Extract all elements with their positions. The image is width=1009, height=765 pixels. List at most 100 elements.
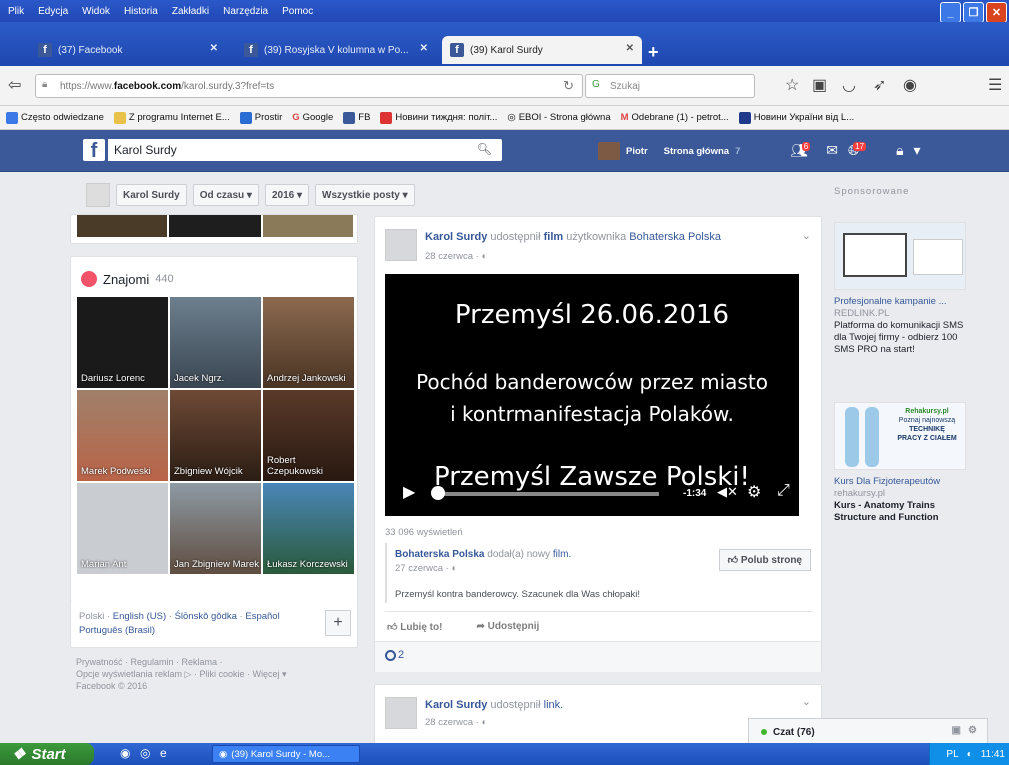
bookmarks-list-icon[interactable]: ▣	[812, 78, 827, 94]
post-date[interactable]: 28 czerwca · ◐	[425, 717, 487, 728]
ad-title[interactable]: Profesjonalne kampanie ...	[834, 296, 970, 308]
close-tab-icon[interactable]: ✕	[626, 43, 634, 54]
privacy-shortcuts-icon[interactable]: 🔒︎	[896, 142, 903, 159]
avatar[interactable]	[598, 142, 620, 160]
ad-url[interactable]: REDLINK.PL	[834, 308, 970, 320]
close-tab-icon[interactable]: ✕	[210, 43, 218, 54]
post-object-link[interactable]: link.	[544, 699, 564, 711]
friend-tile[interactable]: Marek Podweski	[77, 390, 168, 481]
menu-help[interactable]: Pomoc	[282, 6, 313, 17]
quicklaunch-media-icon[interactable]: ◎	[140, 746, 150, 760]
send-icon[interactable]: ➶	[873, 78, 886, 94]
taskbar-firefox-window[interactable]: ◉ (39) Karol Surdy - Mo...	[212, 745, 360, 763]
ad-image[interactable]	[834, 222, 966, 290]
language-link[interactable]: English (US)	[113, 611, 166, 622]
tab-facebook[interactable]: f (37) Facebook ✕	[30, 36, 226, 64]
chat-settings-gear-icon[interactable]: ⚙	[968, 725, 977, 736]
language-link[interactable]: Português (Brasil)	[79, 625, 155, 636]
profile-link[interactable]: Piotr	[626, 146, 648, 157]
tab-karol-surdy[interactable]: f (39) Karol Surdy ✕	[442, 36, 642, 64]
friends-title[interactable]: Znajomi	[103, 272, 149, 287]
post-author-link[interactable]: Karol Surdy	[425, 699, 487, 711]
shared-object-link[interactable]: film.	[553, 549, 571, 560]
facebook-logo-icon[interactable]: f	[83, 139, 105, 161]
like-button[interactable]: 👍︎ Lubię to!	[387, 621, 442, 633]
new-tab-plus-icon[interactable]: +	[648, 42, 659, 63]
post-options-chevron-down-icon[interactable]: ⌄	[802, 695, 811, 708]
notifications-icon[interactable]: 🌐︎17	[848, 142, 872, 159]
minimize-button[interactable]: _	[940, 2, 961, 23]
tab-rosyjska[interactable]: f (39) Rosyjska V kolumna w Po... ✕	[236, 36, 436, 64]
filter-time-dropdown[interactable]: Od czasu ▾	[192, 184, 259, 206]
filter-posts-dropdown[interactable]: Wszystkie posty ▾	[315, 184, 415, 206]
comments-count[interactable]: 2	[385, 649, 404, 661]
shared-page-link[interactable]: Bohaterska Polska	[395, 549, 485, 560]
post-date[interactable]: 28 czerwca · ◐	[425, 251, 487, 262]
bookmark-item[interactable]: ◎ EBOI - Strona główna	[507, 112, 610, 123]
url-bar[interactable]: 🔒︎ https://www. facebook.com/karol.surdy.…	[35, 74, 583, 98]
bookmark-item[interactable]: Новини тиждня: полiт...	[380, 111, 497, 124]
friend-tile[interactable]: Zbigniew Wójcik	[170, 390, 261, 481]
avatar[interactable]	[385, 697, 417, 729]
friend-tile[interactable]: Dariusz Lorenc	[77, 297, 168, 388]
photo-thumbnail[interactable]	[77, 215, 167, 237]
ad-url[interactable]: rehakursy.pl	[834, 488, 970, 500]
account-menu-chevron-down-icon[interactable]: ▾	[914, 142, 921, 159]
bookmark-item[interactable]: M Odebrane (1) - petrot...	[621, 112, 729, 123]
photo-thumbnail[interactable]	[169, 215, 261, 237]
play-icon[interactable]: ▶	[403, 482, 415, 502]
menu-tools[interactable]: Narzędzia	[223, 6, 268, 17]
add-language-button[interactable]: +	[325, 610, 351, 636]
language-link[interactable]: Español	[245, 611, 279, 622]
language-indicator[interactable]: PL	[946, 749, 958, 760]
ad-item[interactable]: Profesjonalne kampanie ... REDLINK.PL Pl…	[834, 222, 970, 356]
avatar[interactable]	[385, 229, 417, 261]
video-progress-bar[interactable]	[433, 492, 659, 496]
maximize-button[interactable]: ❐	[963, 2, 984, 23]
quicklaunch-browser-icon[interactable]: ◉	[120, 746, 130, 760]
menu-view[interactable]: Widok	[82, 6, 110, 17]
video-seek-handle[interactable]	[431, 486, 445, 500]
footer-line[interactable]: Opcje wyświetlania reklam ▷ · Pliki cook…	[76, 668, 356, 680]
menu-edit[interactable]: Edycja	[38, 6, 68, 17]
friend-tile[interactable]: Jacek Ngrz.	[170, 297, 261, 388]
friend-tile[interactable]: Jan Zbigniew Marek	[170, 483, 261, 574]
chat-sidebar-button[interactable]: Czat (76) ▣ ⚙	[748, 718, 988, 746]
post-options-chevron-down-icon[interactable]: ⌄	[802, 229, 811, 242]
bookmark-item[interactable]: FB	[343, 111, 370, 124]
home-link[interactable]: Strona główna	[664, 146, 729, 157]
share-button[interactable]: ➦ Udostępnij	[476, 621, 539, 633]
browser-search-field[interactable]: G Szukaj	[585, 74, 755, 98]
settings-gear-icon[interactable]: ⚙	[747, 482, 761, 502]
friend-tile[interactable]: Łukasz Korczewski	[263, 483, 354, 574]
like-page-button[interactable]: 👍︎ Polub stronę	[718, 549, 811, 571]
bookmark-item[interactable]: Z programu Internet E...	[113, 111, 230, 124]
video-player[interactable]: Przemyśl 26.06.2016 Pochód banderowców p…	[385, 274, 799, 516]
bookmark-item[interactable]: Często odwiedzane	[6, 111, 104, 124]
avatar[interactable]	[86, 183, 110, 207]
quicklaunch-ie-icon[interactable]: e	[160, 746, 167, 760]
pocket-icon[interactable]: ◡	[842, 78, 856, 94]
ad-image[interactable]: Rehakursy.pl Poznaj najnowszą TECHNIKĘ P…	[834, 402, 966, 470]
post-object-link[interactable]: film	[544, 231, 564, 243]
ad-title[interactable]: Kurs Dla Fizjoterapeutów	[834, 476, 970, 488]
friend-tile[interactable]: Andrzej Jankowski	[263, 297, 354, 388]
filter-name[interactable]: Karol Surdy	[116, 184, 187, 206]
facebook-search-input[interactable]: Karol Surdy 🔍︎	[108, 139, 502, 161]
search-icon[interactable]: 🔍︎	[477, 142, 492, 156]
back-arrow-icon[interactable]: ⇦	[8, 78, 21, 94]
fullscreen-icon[interactable]: ⤢	[777, 482, 790, 500]
bookmark-item[interactable]: Новини України від L...	[738, 111, 854, 124]
network-icon[interactable]: ◐	[967, 749, 973, 760]
ad-item[interactable]: Rehakursy.pl Poznaj najnowszą TECHNIKĘ P…	[834, 402, 970, 524]
menu-file[interactable]: Plik	[8, 6, 24, 17]
bookmark-item[interactable]: G Google	[292, 112, 333, 123]
chat-bubble-icon[interactable]: ◉	[903, 78, 917, 94]
friend-requests-icon[interactable]: 👥︎6	[790, 142, 816, 159]
photo-thumbnail[interactable]	[263, 215, 353, 237]
post-author-link[interactable]: Karol Surdy	[425, 231, 487, 243]
language-link[interactable]: Ślōnskŏ gŏdka	[175, 611, 237, 622]
menu-bookmarks[interactable]: Zakładki	[172, 6, 209, 17]
hamburger-menu-icon[interactable]: ☰	[988, 78, 1002, 94]
reload-icon[interactable]: ↻	[563, 78, 574, 94]
